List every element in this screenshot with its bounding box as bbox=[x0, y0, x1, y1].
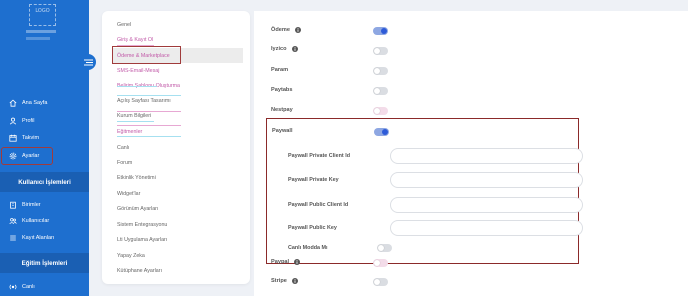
menu-item-yapay-zeka[interactable]: Yapay Zeka bbox=[117, 253, 145, 259]
paywall-private-client-id-label: Paywall Private Client Id bbox=[288, 153, 351, 159]
sidebar-item-kullanicilar[interactable]: Kullanıcılar bbox=[8, 214, 82, 228]
menu-item-lti-uygulama[interactable]: Lti Uygulama Ayarları bbox=[117, 237, 167, 243]
paywall-public-key-label: Paywall Public Key bbox=[288, 225, 337, 231]
sidebar-item-label: Ana Sayfa bbox=[22, 100, 48, 106]
sidebar-item-takvim[interactable]: Takvim bbox=[8, 131, 82, 145]
sidebar-item-kayit-alanlari[interactable]: Kayıt Alanları bbox=[8, 231, 82, 245]
menu-item-egitmenler[interactable]: Eğitmenler bbox=[117, 129, 142, 135]
menu-item-genel[interactable]: Genel bbox=[117, 22, 131, 28]
home-icon bbox=[8, 99, 17, 108]
paywall-live-mode-toggle[interactable] bbox=[377, 244, 392, 252]
paywall-private-key-label: Paywall Private Key bbox=[288, 177, 339, 183]
menu-item-etkinlik-yonetimi[interactable]: Etkinlik Yönetimi bbox=[117, 175, 156, 181]
iyzico-label: Iyzico bbox=[271, 46, 298, 52]
paywall-private-key-input[interactable] bbox=[390, 172, 583, 188]
sidebar-item-label: Kayıt Alanları bbox=[22, 235, 55, 241]
param-toggle[interactable] bbox=[373, 67, 388, 75]
menu-item-acilis-sayfasi[interactable]: Açılış Sayfası Tasarımı bbox=[117, 98, 171, 104]
sidebar-item-label: Profil bbox=[22, 118, 35, 124]
paywall-private-client-id-input[interactable] bbox=[390, 148, 583, 164]
paypal-label: Paypal bbox=[271, 259, 301, 265]
paywall-public-key-input[interactable] bbox=[390, 220, 583, 236]
menu-selected-outline bbox=[112, 46, 181, 64]
menu-toggle-button[interactable] bbox=[80, 54, 96, 70]
active-item-highlight bbox=[1, 147, 53, 165]
menu-item-underline bbox=[117, 125, 181, 127]
menu-item-underline bbox=[117, 121, 154, 123]
menu-item-underline bbox=[117, 111, 181, 113]
sidebar-section-edu: Eğitim İşlemleri bbox=[0, 253, 89, 273]
paywall-section: Paywall Paywall Private Client Id Paywal… bbox=[266, 118, 583, 264]
info-icon[interactable] bbox=[291, 46, 298, 52]
menu-item-sistem-entegrasyonu[interactable]: Sistem Entegrasyonu bbox=[117, 222, 167, 228]
logo-placeholder-bar bbox=[26, 30, 56, 33]
iyzico-toggle[interactable] bbox=[373, 47, 388, 55]
building-icon bbox=[8, 201, 17, 210]
sidebar: LOGO Ana Sayfa Profil Takvim Ayarlar Kul… bbox=[0, 0, 89, 296]
paypal-toggle[interactable] bbox=[373, 259, 388, 267]
menu-item-underline bbox=[117, 86, 157, 88]
paywall-public-client-id-input[interactable] bbox=[390, 197, 583, 213]
payment-settings-panel: Ödeme Iyzico Param Paytabs Nestpay Paywa… bbox=[254, 11, 688, 296]
sidebar-item-profil[interactable]: Profil bbox=[8, 114, 82, 128]
sidebar-item-label: Birimler bbox=[22, 202, 41, 208]
paytabs-label: Paytabs bbox=[271, 87, 293, 93]
users-icon bbox=[8, 217, 17, 226]
info-icon[interactable] bbox=[294, 27, 301, 33]
menu-item-canli[interactable]: Canlı bbox=[117, 145, 129, 151]
menu-item-widgets[interactable]: Widget'lar bbox=[117, 191, 140, 197]
menu-item-kurum-bilgileri[interactable]: Kurum Bilgileri bbox=[117, 113, 151, 119]
calendar-icon bbox=[8, 134, 17, 143]
menu-item-underline bbox=[117, 95, 181, 97]
nestpay-label: Nestpay bbox=[271, 107, 293, 113]
logo[interactable]: LOGO bbox=[29, 4, 56, 26]
user-icon bbox=[8, 117, 17, 126]
sidebar-item-label: Kullanıcılar bbox=[22, 218, 50, 224]
paywall-public-client-id-label: Paywall Public Client Id bbox=[288, 202, 349, 208]
sidebar-section-user: Kullanıcı İşlemleri bbox=[0, 172, 89, 192]
menu-item-sms-email[interactable]: SMS-Email-Mesaj bbox=[117, 68, 159, 74]
odeme-toggle[interactable] bbox=[373, 27, 388, 35]
paytabs-toggle[interactable] bbox=[373, 87, 388, 95]
menu-item-gorunum-ayarlari[interactable]: Görünüm Ayarları bbox=[117, 206, 158, 212]
nestpay-toggle[interactable] bbox=[373, 107, 388, 115]
sidebar-item-label: Canlı bbox=[22, 284, 35, 290]
settings-menu: Genel Giriş & Kayıt Ol Ödeme & Marketpla… bbox=[102, 11, 250, 284]
odeme-label: Ödeme bbox=[271, 27, 301, 33]
paywall-toggle[interactable] bbox=[374, 128, 389, 136]
menu-item-kutuphane-ayarlari[interactable]: Kütüphane Ayarları bbox=[117, 268, 162, 274]
paywall-live-mode-label: Canlı Modda Mı bbox=[288, 245, 328, 251]
menu-item-giris-kayit[interactable]: Giriş & Kayıt Ol bbox=[117, 37, 153, 43]
sidebar-item-ana-sayfa[interactable]: Ana Sayfa bbox=[8, 96, 82, 110]
hamburger-icon bbox=[83, 59, 93, 65]
stripe-toggle[interactable] bbox=[373, 278, 388, 286]
sidebar-item-label: Takvim bbox=[22, 135, 40, 141]
sidebar-item-canli[interactable]: Canlı bbox=[8, 280, 82, 294]
list-icon bbox=[8, 234, 17, 243]
paywall-label: Paywall bbox=[272, 128, 293, 134]
param-label: Param bbox=[271, 67, 289, 73]
info-icon[interactable] bbox=[294, 259, 301, 265]
sidebar-item-birimler[interactable]: Birimler bbox=[8, 198, 82, 212]
live-icon bbox=[8, 283, 17, 292]
menu-item-underline bbox=[117, 136, 181, 138]
logo-text: LOGO bbox=[35, 8, 50, 14]
stripe-label: Stripe bbox=[271, 278, 298, 284]
logo-placeholder-bar bbox=[26, 37, 50, 40]
menu-item-forum[interactable]: Forum bbox=[117, 160, 132, 166]
info-icon[interactable] bbox=[291, 278, 298, 284]
